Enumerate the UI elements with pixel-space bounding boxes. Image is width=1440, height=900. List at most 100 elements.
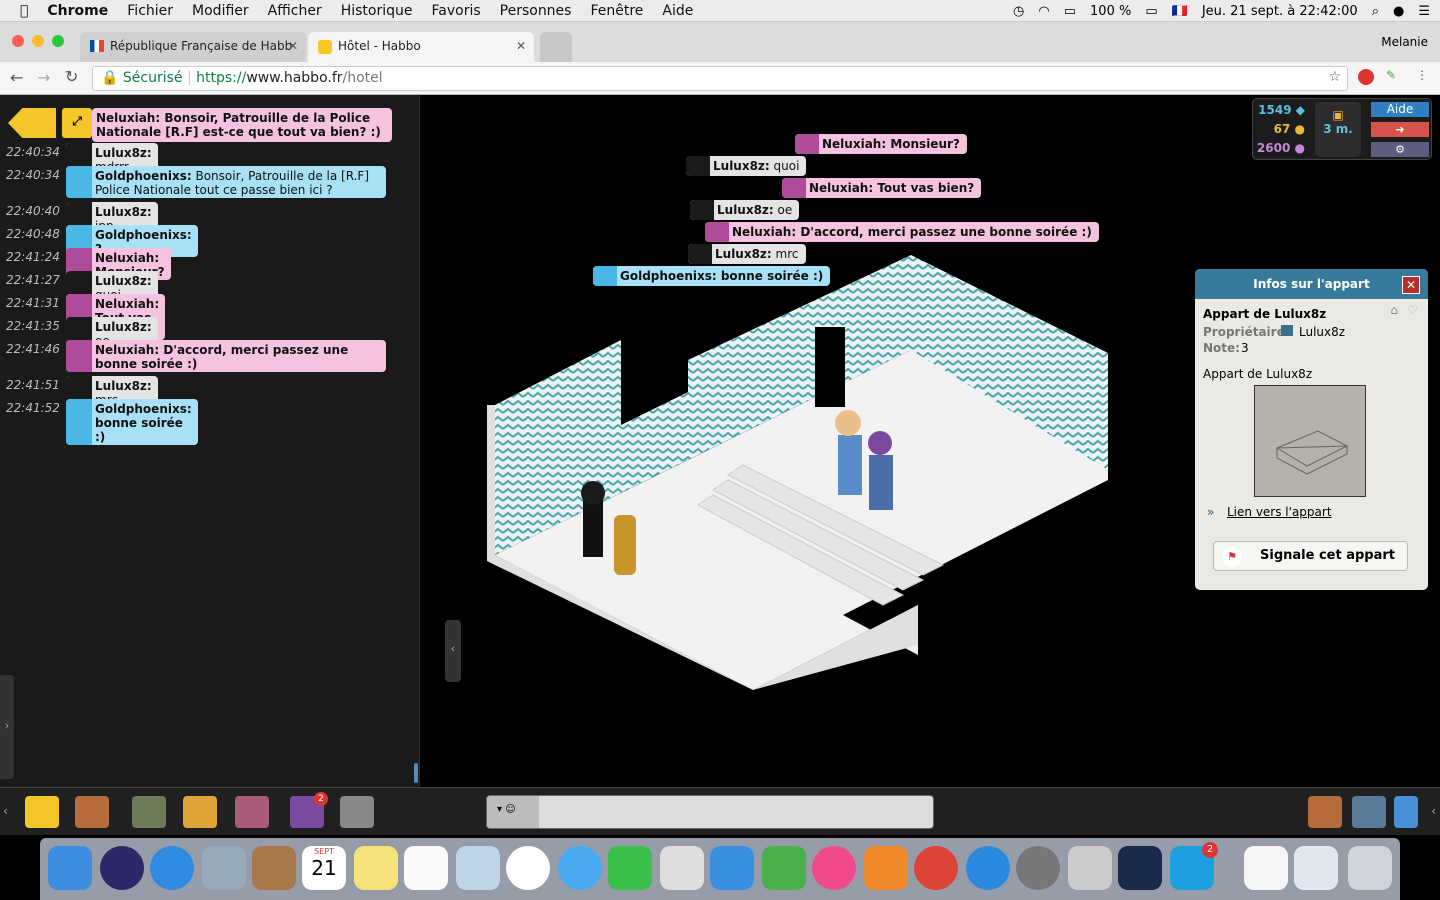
chrome-menu-icon[interactable]: ⋮ xyxy=(1416,68,1428,82)
room-chat-bubble[interactable]: Goldphoenixs: bonne soirée :) xyxy=(593,266,831,286)
finder-icon[interactable] xyxy=(48,846,92,890)
app-store-icon[interactable] xyxy=(966,846,1010,890)
skype-icon[interactable]: 2 xyxy=(1170,842,1218,890)
chat-scrollbar[interactable] xyxy=(414,763,418,783)
back-icon[interactable]: ← xyxy=(10,68,23,87)
messenger-icon[interactable] xyxy=(1394,796,1418,828)
toolbar-expand-icon[interactable]: ‹ xyxy=(1431,804,1436,818)
calendar-icon[interactable]: SEPT 21 xyxy=(302,846,346,890)
extension-icon[interactable]: ✎ xyxy=(1386,68,1396,82)
hotel-view-icon[interactable] xyxy=(25,796,59,828)
photos-icon[interactable] xyxy=(506,846,550,890)
notification-center-icon[interactable]: ☰ xyxy=(1418,4,1430,19)
close-panel-button[interactable]: ✕ xyxy=(1402,276,1420,294)
report-room-button[interactable]: ⚑ Signale cet appart xyxy=(1213,541,1408,571)
user-avatar-icon[interactable] xyxy=(795,134,819,154)
user-avatar-icon[interactable] xyxy=(66,166,92,198)
menu-personnes[interactable]: Personnes xyxy=(500,3,572,19)
battery-icon[interactable]: ▭ xyxy=(1145,4,1157,19)
apple-icon[interactable]:  xyxy=(20,3,28,19)
league-of-legends-icon[interactable] xyxy=(1118,846,1162,890)
user-avatar-icon[interactable] xyxy=(688,244,712,264)
profile-name[interactable]: Melanie xyxy=(1381,35,1428,49)
ibooks-icon[interactable] xyxy=(864,846,908,890)
menu-aide[interactable]: Aide xyxy=(662,3,693,19)
home-icon[interactable]: ⌂ xyxy=(1390,303,1398,317)
help-button[interactable]: Aide xyxy=(1371,102,1429,117)
reminders-icon[interactable] xyxy=(404,846,448,890)
clock[interactable]: Jeu. 21 sept. à 22:42:00 xyxy=(1202,4,1358,19)
time-machine-icon[interactable]: ◷ xyxy=(1013,4,1024,19)
room-chat-bubble[interactable]: Neluxiah: Tout vas bien? xyxy=(782,178,982,198)
menu-modifier[interactable]: Modifier xyxy=(192,3,249,19)
zoom-window-button[interactable] xyxy=(52,35,64,47)
spotlight-icon[interactable]: ⌕ xyxy=(1372,4,1379,19)
user-avatar-icon[interactable] xyxy=(66,340,92,372)
close-tab-icon[interactable]: ✕ xyxy=(288,39,298,53)
collapse-panel-handle[interactable]: › xyxy=(0,675,14,779)
preview-icon[interactable] xyxy=(456,846,500,890)
mail-app-icon[interactable] xyxy=(202,846,246,890)
hc-membership[interactable]: ▣ 3 m. xyxy=(1315,102,1361,157)
room-link[interactable]: Lien vers l'appart xyxy=(1227,505,1332,519)
airplay-icon[interactable]: ▭ xyxy=(1064,4,1076,19)
facetime-icon[interactable] xyxy=(608,846,652,890)
camera-icon[interactable] xyxy=(340,796,374,828)
adblock-extension-icon[interactable] xyxy=(1358,69,1374,85)
reload-icon[interactable]: ↻ xyxy=(65,67,78,86)
user-avatar-icon[interactable] xyxy=(690,200,714,220)
chat-style-selector[interactable]: ▾ ☺ xyxy=(487,796,539,828)
hide-chat-button[interactable] xyxy=(8,108,56,138)
system-preferences-icon[interactable] xyxy=(1016,846,1060,890)
menu-app[interactable]: Chrome xyxy=(47,3,108,19)
messages-icon[interactable] xyxy=(558,846,602,890)
flag-icon[interactable]: 🇫🇷 xyxy=(1172,4,1188,19)
bookmark-star-icon[interactable]: ☆ xyxy=(1328,69,1341,85)
menu-favoris[interactable]: Favoris xyxy=(432,3,481,19)
chrome-icon[interactable] xyxy=(914,846,958,890)
builders-club-icon[interactable] xyxy=(183,796,217,828)
forward-icon[interactable]: → xyxy=(37,68,50,87)
downloads-stack-icon[interactable] xyxy=(1294,846,1338,890)
menu-fichier[interactable]: Fichier xyxy=(127,3,173,19)
settings-button[interactable]: ⚙ xyxy=(1371,142,1429,157)
itunes-icon[interactable] xyxy=(812,846,856,890)
battery-text[interactable]: 100 % xyxy=(1090,4,1131,19)
logout-button[interactable]: ➜ xyxy=(1371,122,1429,137)
url-input[interactable]: 🔒 Sécurisé | https://www.habbo.fr/hotel … xyxy=(92,66,1348,91)
search-friends-icon[interactable] xyxy=(1352,796,1386,828)
close-window-button[interactable] xyxy=(12,35,24,47)
safari-icon[interactable] xyxy=(150,846,194,890)
tab-habbo[interactable]: Hôtel - Habbo ✕ xyxy=(308,32,534,62)
minimize-window-button[interactable] xyxy=(32,35,44,47)
trash-icon[interactable] xyxy=(1348,846,1392,890)
wifi-icon[interactable]: ◠ xyxy=(1038,4,1049,19)
menu-historique[interactable]: Historique xyxy=(341,3,413,19)
notes-icon[interactable] xyxy=(354,846,398,890)
documents-stack-icon[interactable] xyxy=(1244,846,1288,890)
screenshot-tool-icon[interactable] xyxy=(1068,846,1112,890)
collapse-chat-handle[interactable]: ‹ xyxy=(445,620,461,682)
expand-icon[interactable]: ⤢ xyxy=(62,108,92,138)
favorite-heart-icon[interactable]: ♡ xyxy=(1407,303,1418,317)
room-chat-bubble[interactable]: Lulux8z: mrc xyxy=(688,244,806,264)
chat-input[interactable]: ▾ ☺ xyxy=(486,795,934,829)
tab-republique[interactable]: République Française de Habb ✕ xyxy=(80,32,306,62)
chat-bubble[interactable]: Goldphoenixs: Bonsoir, Patrouille de la … xyxy=(66,166,386,198)
user-avatar-icon[interactable] xyxy=(593,266,617,286)
rooms-navigator-icon[interactable] xyxy=(75,796,109,828)
chat-bubble[interactable]: Goldphoenixs: bonne soirée :) xyxy=(66,399,198,445)
inventory-icon[interactable] xyxy=(235,796,269,828)
user-avatar-icon[interactable] xyxy=(66,399,92,445)
menu-fenetre[interactable]: Fenêtre xyxy=(590,3,643,19)
siri-icon[interactable] xyxy=(100,846,144,890)
siri-icon[interactable]: ● xyxy=(1393,4,1404,19)
keynote-icon[interactable] xyxy=(710,846,754,890)
close-tab-icon[interactable]: ✕ xyxy=(516,39,526,53)
owner-name[interactable]: Lulux8z xyxy=(1299,325,1345,339)
room-chat-bubble[interactable]: Lulux8z: quoi xyxy=(686,156,807,176)
numbers-icon[interactable] xyxy=(762,846,806,890)
user-avatar-icon[interactable] xyxy=(686,156,710,176)
friends-icon[interactable] xyxy=(1308,796,1342,828)
new-tab-button[interactable] xyxy=(540,32,572,62)
